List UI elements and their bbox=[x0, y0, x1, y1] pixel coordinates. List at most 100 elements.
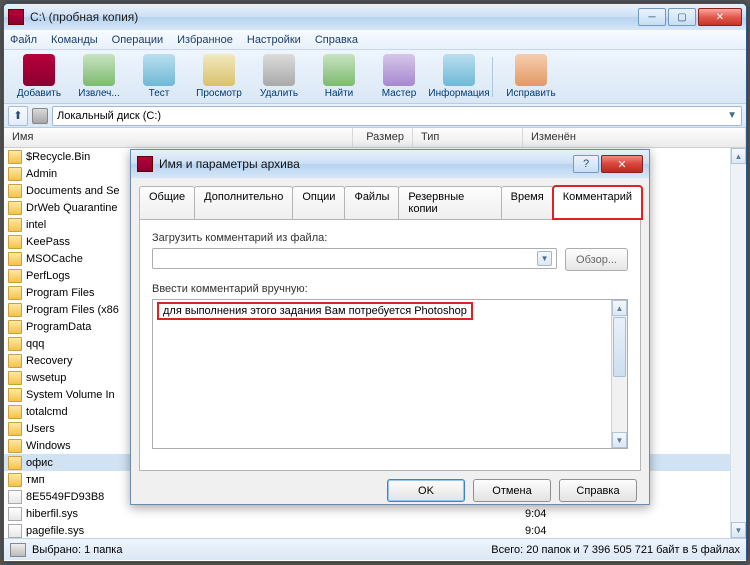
file-icon bbox=[8, 507, 22, 521]
folder-icon bbox=[8, 473, 22, 487]
status-right: Всего: 20 папок и 7 396 505 721 байт в 5… bbox=[491, 544, 740, 556]
toolbar-Найти[interactable]: Найти bbox=[310, 54, 368, 99]
tab-3[interactable]: Файлы bbox=[344, 186, 399, 219]
scrollbar-vertical[interactable]: ▲ ▼ bbox=[611, 300, 627, 448]
file-icon bbox=[8, 524, 22, 538]
folder-icon bbox=[8, 150, 22, 164]
folder-icon bbox=[8, 388, 22, 402]
ic-wiz-icon bbox=[383, 54, 415, 86]
comment-text: для выполнения этого задания Вам потребу… bbox=[157, 302, 473, 320]
load-comment-label: Загрузить комментарий из файла: bbox=[152, 232, 628, 244]
titlebar: C:\ (пробная копия) ─ ▢ ✕ bbox=[4, 4, 746, 30]
dialog-buttons: OK Отмена Справка bbox=[131, 479, 649, 512]
up-button[interactable]: ⬆ bbox=[8, 106, 28, 126]
col-name[interactable]: Имя bbox=[4, 128, 353, 147]
dialog-titlebar: Имя и параметры архива ? ✕ bbox=[131, 150, 649, 178]
scrollbar-thumb[interactable] bbox=[613, 317, 626, 377]
folder-icon bbox=[8, 184, 22, 198]
folder-icon bbox=[8, 269, 22, 283]
folder-icon bbox=[8, 371, 22, 385]
menu-settings[interactable]: Настройки bbox=[247, 34, 301, 46]
help-button[interactable]: Справка bbox=[559, 479, 637, 502]
folder-icon bbox=[8, 439, 22, 453]
table-row[interactable]: pagefile.sys9:04 bbox=[4, 522, 746, 538]
browse-button[interactable]: Обзор... bbox=[565, 248, 628, 271]
close-button[interactable]: ✕ bbox=[698, 8, 742, 26]
cancel-button[interactable]: Отмена bbox=[473, 479, 551, 502]
folder-icon bbox=[8, 337, 22, 351]
comment-textarea[interactable]: для выполнения этого задания Вам потребу… bbox=[152, 299, 628, 449]
file-icon bbox=[8, 490, 22, 504]
folder-icon bbox=[8, 252, 22, 266]
toolbar-Мастер[interactable]: Мастер bbox=[370, 54, 428, 99]
dialog-title: Имя и параметры архива bbox=[159, 157, 573, 171]
folder-icon bbox=[8, 167, 22, 181]
manual-comment-label: Ввести комментарий вручную: bbox=[152, 283, 628, 295]
folder-icon bbox=[8, 218, 22, 232]
archive-params-dialog: Имя и параметры архива ? ✕ ОбщиеДополнит… bbox=[130, 149, 650, 505]
toolbar-Удалить[interactable]: Удалить bbox=[250, 54, 308, 99]
scroll-up-icon[interactable]: ▲ bbox=[731, 148, 746, 164]
list-header: Имя Размер Тип Изменён bbox=[4, 128, 746, 148]
folder-icon bbox=[8, 286, 22, 300]
menu-operations[interactable]: Операции bbox=[112, 34, 163, 46]
menubar: Файл Команды Операции Избранное Настройк… bbox=[4, 30, 746, 50]
dialog-help-button[interactable]: ? bbox=[573, 155, 599, 173]
scroll-down-icon[interactable]: ▼ bbox=[612, 432, 627, 448]
path-label: Локальный диск (C:) bbox=[57, 110, 161, 122]
menu-help[interactable]: Справка bbox=[315, 34, 358, 46]
toolbar-Исправить[interactable]: Исправить bbox=[502, 54, 560, 99]
status-icon bbox=[10, 543, 26, 557]
tab-6[interactable]: Комментарий bbox=[553, 186, 642, 219]
scroll-up-icon[interactable]: ▲ bbox=[612, 300, 627, 316]
pathbar: ⬆ Локальный диск (C:) ▼ bbox=[4, 104, 746, 128]
tab-2[interactable]: Опции bbox=[292, 186, 345, 219]
ok-button[interactable]: OK bbox=[387, 479, 465, 502]
ic-test-icon bbox=[143, 54, 175, 86]
drive-icon bbox=[32, 108, 48, 124]
ic-add-icon bbox=[23, 54, 55, 86]
folder-icon bbox=[8, 354, 22, 368]
statusbar: Выбрано: 1 папка Всего: 20 папок и 7 396… bbox=[4, 538, 746, 560]
toolbar-Тест[interactable]: Тест bbox=[130, 54, 188, 99]
menu-favorites[interactable]: Избранное bbox=[177, 34, 233, 46]
folder-icon bbox=[8, 303, 22, 317]
folder-icon bbox=[8, 405, 22, 419]
toolbar-Добавить[interactable]: Добавить bbox=[10, 54, 68, 99]
tab-0[interactable]: Общие bbox=[139, 186, 195, 219]
folder-icon bbox=[8, 422, 22, 436]
path-combo[interactable]: Локальный диск (C:) ▼ bbox=[52, 106, 742, 126]
tab-4[interactable]: Резервные копии bbox=[398, 186, 501, 219]
folder-icon bbox=[8, 320, 22, 334]
tab-panel-comment: Загрузить комментарий из файла: ▼ Обзор.… bbox=[139, 219, 641, 471]
status-left: Выбрано: 1 папка bbox=[32, 544, 122, 556]
col-size[interactable]: Размер bbox=[353, 128, 413, 147]
menu-commands[interactable]: Команды bbox=[51, 34, 98, 46]
toolbar-Информация[interactable]: Информация bbox=[430, 54, 488, 99]
folder-icon bbox=[8, 235, 22, 249]
toolbar-Просмотр[interactable]: Просмотр bbox=[190, 54, 248, 99]
winrar-icon bbox=[8, 9, 24, 25]
window-title: C:\ (пробная копия) bbox=[30, 10, 638, 24]
tab-1[interactable]: Дополнительно bbox=[194, 186, 293, 219]
col-type[interactable]: Тип bbox=[413, 128, 523, 147]
col-modified[interactable]: Изменён bbox=[523, 128, 746, 147]
dialog-close-button[interactable]: ✕ bbox=[601, 155, 643, 173]
ic-view-icon bbox=[203, 54, 235, 86]
comment-file-combo[interactable]: ▼ bbox=[152, 248, 557, 269]
chevron-down-icon: ▼ bbox=[537, 251, 552, 266]
scrollbar-vertical[interactable]: ▲ ▼ bbox=[730, 148, 746, 538]
ic-find-icon bbox=[323, 54, 355, 86]
ic-ext-icon bbox=[83, 54, 115, 86]
ic-info-icon bbox=[443, 54, 475, 86]
ic-del-icon bbox=[263, 54, 295, 86]
toolbar-Извлеч...[interactable]: Извлеч... bbox=[70, 54, 128, 99]
scroll-down-icon[interactable]: ▼ bbox=[731, 522, 746, 538]
ic-fix-icon bbox=[515, 54, 547, 86]
tab-5[interactable]: Время bbox=[501, 186, 554, 219]
menu-file[interactable]: Файл bbox=[10, 34, 37, 46]
maximize-button[interactable]: ▢ bbox=[668, 8, 696, 26]
toolbar: ДобавитьИзвлеч...ТестПросмотрУдалитьНайт… bbox=[4, 50, 746, 104]
minimize-button[interactable]: ─ bbox=[638, 8, 666, 26]
folder-icon bbox=[8, 201, 22, 215]
